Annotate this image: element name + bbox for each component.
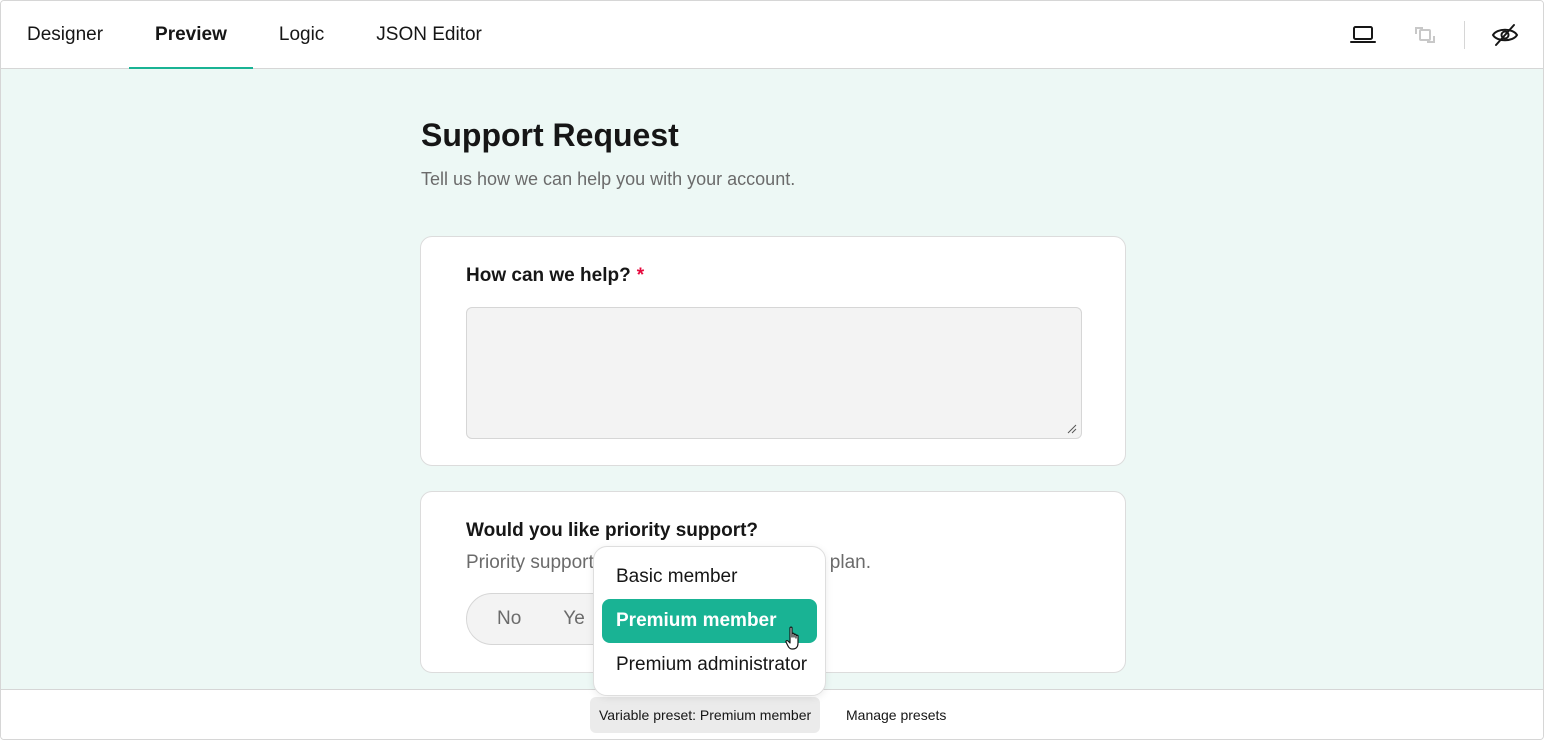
question-card: How can we help? * — [420, 236, 1126, 466]
laptop-icon[interactable] — [1347, 19, 1379, 51]
resize-grip-icon[interactable] — [1067, 424, 1077, 434]
tab-designer[interactable]: Designer — [1, 1, 129, 69]
question-description-head: Priority support — [466, 552, 594, 573]
toolbar-divider — [1464, 21, 1465, 49]
toggle-option-no[interactable]: No — [467, 608, 551, 630]
survey-description: Tell us how we can help you with your ac… — [421, 169, 796, 189]
question-title: Would you like priority support? — [466, 520, 759, 541]
preset-option-basic-member[interactable]: Basic member — [602, 555, 817, 599]
question-title: How can we help? * — [466, 265, 644, 287]
required-marker: * — [636, 265, 645, 286]
orientation-icon[interactable] — [1409, 19, 1441, 51]
tab-logic[interactable]: Logic — [253, 1, 350, 69]
bottom-toolbar: Variable preset: Premium member Manage p… — [1, 689, 1543, 739]
hand-cursor-icon — [785, 626, 799, 650]
tab-preview[interactable]: Preview — [129, 1, 253, 70]
preset-dropdown-menu: Basic member Premium member Premium admi… — [593, 546, 826, 696]
comment-textarea[interactable] — [466, 307, 1082, 439]
question-description-tail: plan. — [829, 552, 871, 573]
top-toolbar: Designer Preview Logic JSON Editor — [1, 1, 1543, 70]
question-title-text: How can we help? — [466, 265, 631, 286]
creator-window: Designer Preview Logic JSON Editor Suppo… — [0, 0, 1544, 740]
manage-presets-button[interactable]: Manage presets — [837, 697, 955, 733]
survey-title: Support Request — [421, 117, 679, 153]
hide-invisible-icon[interactable] — [1489, 19, 1521, 51]
tab-bar: Designer Preview Logic JSON Editor — [1, 1, 508, 70]
variable-preset-button[interactable]: Variable preset: Premium member — [590, 697, 821, 733]
tab-json-editor[interactable]: JSON Editor — [350, 1, 508, 69]
